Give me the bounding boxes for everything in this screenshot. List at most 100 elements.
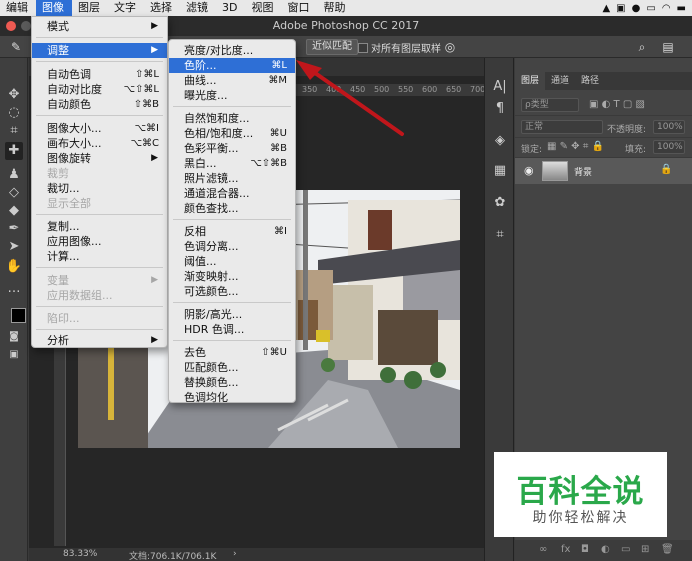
submenu-item-color-balance[interactable]: 色彩平衡... ⌘B xyxy=(169,141,295,156)
submenu-item-channel-mixer[interactable]: 通道混合器... xyxy=(169,186,295,201)
link-layers-icon[interactable]: ∞ xyxy=(539,544,547,555)
menu-help[interactable]: 帮助 xyxy=(317,0,353,16)
group-icon[interactable]: ▭ xyxy=(621,544,630,555)
filter-icons[interactable]: ▣ ◐ T ▢ ▧ xyxy=(589,99,645,110)
menu-item-canvas-size[interactable]: 画布大小... ⌥⌘C xyxy=(32,136,167,151)
menu-item-auto-color[interactable]: 自动颜色 ⇧⌘B xyxy=(32,97,167,112)
menu-item-apply-image[interactable]: 应用图像... xyxy=(32,234,167,249)
menu-item-label: 图像旋转 xyxy=(47,152,91,165)
menu-item-analysis[interactable]: 分析 ▶ xyxy=(32,333,167,348)
crop-tool-icon[interactable]: ⌗ xyxy=(5,122,23,140)
menu-select[interactable]: 选择 xyxy=(144,0,180,16)
channels-panel-icon[interactable]: ▦ xyxy=(491,162,509,180)
submenu-item-black-white[interactable]: 黑白... ⌥⇧⌘B xyxy=(169,156,295,171)
sample-all-layers-checkbox[interactable]: 对所有图层取样 xyxy=(358,40,441,55)
proximity-match-button[interactable]: 近似匹配 xyxy=(306,39,358,55)
menu-item-auto-contrast[interactable]: 自动对比度 ⌥⇧⌘L xyxy=(32,82,167,97)
submenu-item-equalize[interactable]: 色调均化 xyxy=(169,390,295,405)
submenu-item-desaturate[interactable]: 去色 ⇧⌘U xyxy=(169,345,295,360)
submenu-item-levels[interactable]: 色阶... ⌘L xyxy=(169,58,295,73)
wechat-icon[interactable]: ● xyxy=(632,3,641,14)
pressure-icon[interactable]: ◎ xyxy=(442,39,458,55)
submenu-item-curves[interactable]: 曲线... ⌘M xyxy=(169,73,295,88)
submenu-item-gradient-map[interactable]: 渐变映射... xyxy=(169,269,295,284)
paragraph-panel-icon[interactable]: ¶ xyxy=(491,100,509,118)
menu-item-adjustments[interactable]: 调整 ▶ xyxy=(32,43,167,58)
menu-image[interactable]: 图像 xyxy=(36,0,72,16)
menu-item-mode[interactable]: 模式 ▶ xyxy=(32,19,167,34)
layer-row-background[interactable]: ◉ 背景 🔒 xyxy=(515,158,692,184)
layer-kind-filter[interactable]: ρ类型 xyxy=(521,98,579,112)
workspace-icon[interactable]: ▤ xyxy=(660,39,676,55)
more-tools-icon[interactable]: … xyxy=(5,280,23,298)
opacity-field[interactable]: 100% xyxy=(653,120,685,134)
visibility-eye-icon[interactable]: ◉ xyxy=(524,164,534,177)
submenu-item-exposure[interactable]: 曝光度... xyxy=(169,88,295,103)
screen-mode-icon[interactable]: ▣ xyxy=(5,346,23,364)
move-tool-icon[interactable]: ✥ xyxy=(5,86,23,104)
layers-panel-icon[interactable]: ◈ xyxy=(491,132,509,150)
hand-tool-icon[interactable]: ✋ xyxy=(5,258,23,276)
menu-item-image-rotation[interactable]: 图像旋转 ▶ xyxy=(32,151,167,166)
clone-stamp-tool-icon[interactable]: ♟ xyxy=(5,166,23,184)
menu-item-label: 匹配颜色... xyxy=(184,361,239,374)
submenu-item-color-lookup[interactable]: 颜色查找... xyxy=(169,201,295,216)
submenu-item-threshold[interactable]: 阈值... xyxy=(169,254,295,269)
fill-field[interactable]: 100% xyxy=(653,140,685,154)
menu-item-auto-tone[interactable]: 自动色调 ⇧⌘L xyxy=(32,67,167,82)
menu-item-calculations[interactable]: 计算... xyxy=(32,249,167,264)
dictionary-icon[interactable]: ▣ xyxy=(616,3,625,14)
submenu-item-hue-saturation[interactable]: 色相/饱和度... ⌘U xyxy=(169,126,295,141)
menu-3d[interactable]: 3D xyxy=(216,0,245,16)
eraser-tool-icon[interactable]: ◇ xyxy=(5,184,23,202)
menu-edit[interactable]: 编辑 xyxy=(0,0,36,16)
pen-tool-icon[interactable]: ✒ xyxy=(5,220,23,238)
menu-item-duplicate[interactable]: 复制... xyxy=(32,219,167,234)
libraries-panel-icon[interactable]: ✿ xyxy=(491,194,509,212)
submenu-item-vibrance[interactable]: 自然饱和度... xyxy=(169,111,295,126)
screen-icon[interactable]: ▭ xyxy=(646,3,655,14)
tab-paths[interactable]: 路径 xyxy=(575,72,605,90)
new-layer-icon[interactable]: ⊞ xyxy=(641,544,649,555)
healing-brush-icon[interactable]: ✎ xyxy=(8,39,24,55)
submenu-item-invert[interactable]: 反相 ⌘I xyxy=(169,224,295,239)
path-select-tool-icon[interactable]: ➤ xyxy=(5,238,23,256)
quick-mask-icon[interactable]: ◙ xyxy=(5,328,23,346)
delete-layer-icon[interactable]: 🗑 xyxy=(661,544,674,555)
submenu-item-photo-filter[interactable]: 照片滤镜... xyxy=(169,171,295,186)
submenu-item-selective-color[interactable]: 可选颜色... xyxy=(169,284,295,299)
menu-item-image-size[interactable]: 图像大小... ⌥⌘I xyxy=(32,121,167,136)
healing-brush-tool-icon[interactable]: ✚ xyxy=(5,142,23,160)
add-mask-icon[interactable]: ◘ xyxy=(581,544,589,555)
submenu-item-match-color[interactable]: 匹配颜色... xyxy=(169,360,295,375)
submenu-item-brightness-contrast[interactable]: 亮度/对比度... xyxy=(169,43,295,58)
qq-icon[interactable]: ▲ xyxy=(602,3,610,14)
submenu-item-posterize[interactable]: 色调分离... xyxy=(169,239,295,254)
wifi-icon[interactable]: ◠ xyxy=(662,3,671,14)
lasso-tool-icon[interactable]: ◌ xyxy=(5,104,23,122)
menu-item-label: 照片滤镜... xyxy=(184,172,239,185)
crop-panel-icon[interactable]: ⌗ xyxy=(491,226,509,244)
fx-icon[interactable]: fx xyxy=(561,544,570,555)
blur-tool-icon[interactable]: ◆ xyxy=(5,202,23,220)
zoom-level[interactable]: 83.33% xyxy=(63,549,97,559)
tab-layers[interactable]: 图层 xyxy=(515,72,546,90)
submenu-item-hdr-toning[interactable]: HDR 色调... xyxy=(169,322,295,337)
menu-type[interactable]: 文字 xyxy=(108,0,144,16)
menu-layer[interactable]: 图层 xyxy=(72,0,108,16)
adjustment-layer-icon[interactable]: ◐ xyxy=(601,544,610,555)
tab-channels[interactable]: 通道 xyxy=(545,72,575,90)
search-icon[interactable]: ⌕ xyxy=(634,39,650,55)
menu-view[interactable]: 视图 xyxy=(245,0,281,16)
menu-window[interactable]: 窗口 xyxy=(281,0,317,16)
menu-item-trim[interactable]: 裁切... xyxy=(32,181,167,196)
character-panel-icon[interactable]: A| xyxy=(491,78,509,96)
foreground-color-swatch[interactable] xyxy=(11,308,26,323)
menu-filter[interactable]: 滤镜 xyxy=(180,0,216,16)
submenu-item-replace-color[interactable]: 替换颜色... xyxy=(169,375,295,390)
battery-icon[interactable]: ▬ xyxy=(677,3,686,14)
submenu-item-shadows-highlights[interactable]: 阴影/高光... xyxy=(169,307,295,322)
blend-mode-select[interactable]: 正常 xyxy=(521,120,603,134)
lock-icons[interactable]: ▦ ✎ ✥ ⌗ 🔒 xyxy=(547,141,604,152)
status-arrow-icon[interactable]: › xyxy=(233,549,237,559)
